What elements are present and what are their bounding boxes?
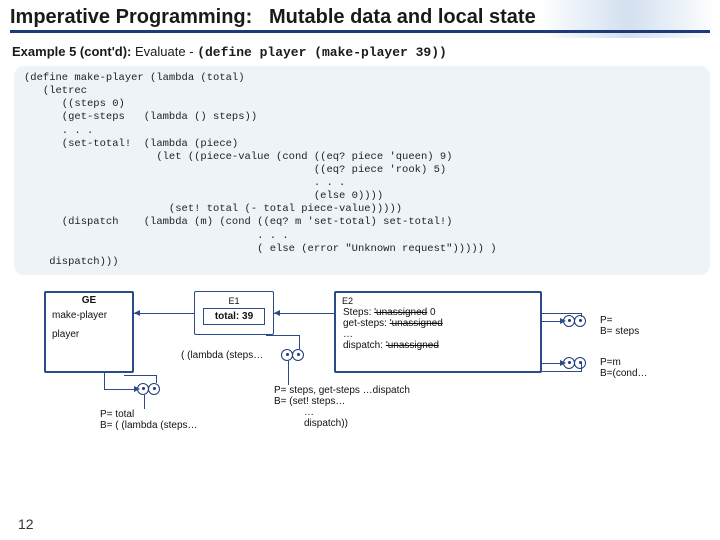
page-number: 12 [18,516,34,532]
example-desc: Evaluate - [135,44,194,59]
closure-pair-dispatch [564,357,586,369]
right1-p: P= [600,315,639,326]
e1-label: E1 [199,294,269,308]
bottom-left-b: B= ( (lambda (steps… [100,420,198,431]
e2-steps-label: Steps: [343,307,371,318]
right2-b: B=(cond… [600,368,648,379]
e1-box: E1 total: 39 [194,291,274,335]
e2-steps-new: 0 [430,307,436,318]
closure-pair-ge [138,383,160,395]
e2-getsteps-old: 'unassigned [390,318,443,329]
ge-box: GE make-player player [44,291,134,373]
center-dispatch: dispatch)) [274,418,410,429]
right2-p: P=m [600,357,648,368]
lambda-steps-label: ( (lambda (steps… [181,350,263,361]
e2-dispatch-old: 'unassigned [386,340,439,351]
e2-box: E2 Steps: 'unassigned 0 get-steps: 'unas… [334,291,542,373]
center-ellipsis: … [274,407,410,418]
environment-diagram: GE make-player player E1 total: 39 ( (la… [44,279,710,489]
example-label: Example 5 (cont'd): [12,44,131,59]
ge-item-player: player [52,329,126,340]
bottom-left-p: P= total [100,409,198,420]
center-b: B= (set! steps… [274,396,410,407]
e2-steps-old: 'unassigned [374,307,427,318]
code-block: (define make-player (lambda (total) (let… [14,66,710,275]
right1-b: B= steps [600,326,639,337]
ge-item-makeplayer: make-player [52,310,126,321]
center-p: P= steps, get-steps …dispatch [274,385,410,396]
e1-total: total: 39 [203,308,265,325]
title-left: Imperative Programming: [10,6,252,28]
closure-pair-1 [282,349,304,361]
e2-dispatch-label: dispatch: [343,340,383,351]
e2-ellipsis: … [340,329,536,340]
ge-label: GE [50,295,128,306]
example-code: (define player (make-player 39)) [197,45,447,60]
e2-getsteps-label: get-steps: [343,318,387,329]
title-right: Mutable data and local state [269,6,536,28]
e2-label: E2 [340,295,536,307]
closure-pair-getsteps [564,315,586,327]
